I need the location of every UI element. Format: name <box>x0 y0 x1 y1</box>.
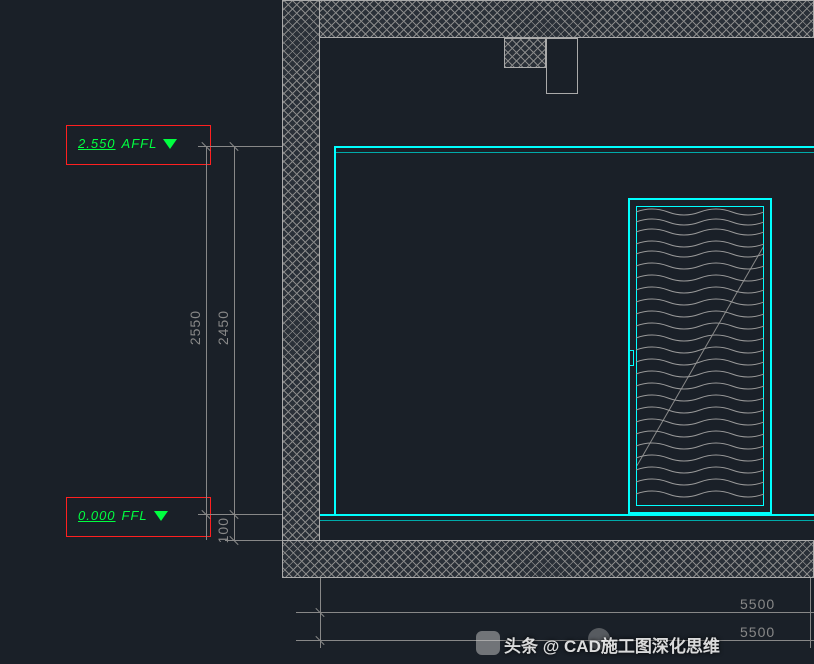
dim-ext-line <box>198 514 282 515</box>
wall-section-top <box>282 0 814 38</box>
elevation-value: 2.550 <box>78 136 116 151</box>
dim-text-h-overall: 5500 <box>740 624 775 640</box>
dim-ext-line <box>810 578 811 648</box>
elevation-label: FFL <box>122 508 148 523</box>
floor-finish-line <box>320 514 814 516</box>
wall-section-left <box>282 0 320 578</box>
dim-text-overall: 2550 <box>187 310 203 345</box>
elevation-label: AFFL <box>122 136 158 151</box>
door-woodgrain <box>636 206 764 506</box>
dim-ext-line <box>198 146 282 147</box>
floor-line-2 <box>320 520 814 521</box>
beam-outline <box>546 38 578 94</box>
elevation-marker-bottom: 0.000 FFL <box>78 508 168 523</box>
toutiao-logo-icon <box>476 631 500 655</box>
dim-line-inner <box>234 146 235 540</box>
wall-finish-line <box>334 146 336 516</box>
dim-text-ceiling: 2450 <box>215 310 231 345</box>
dim-text-slab: 100 <box>215 517 231 543</box>
triangle-down-icon <box>163 139 177 149</box>
door-handle <box>628 350 634 366</box>
ceiling-line <box>334 146 814 148</box>
elevation-marker-top: 2.550 AFFL <box>78 136 177 151</box>
elevation-value: 0.000 <box>78 508 116 523</box>
dim-line-overall <box>206 146 207 540</box>
beam-section <box>504 38 546 68</box>
dim-text-h-inner: 5500 <box>740 596 775 612</box>
cad-drawing-canvas[interactable]: 2.550 AFFL 0.000 FFL 2550 2450 100 5500 … <box>0 0 814 664</box>
ceiling-line-2 <box>336 152 814 153</box>
dim-line-h-inner <box>296 612 814 613</box>
wall-section-bottom <box>282 540 814 578</box>
triangle-down-icon <box>154 511 168 521</box>
watermark-toutiao: 头条 @ CAD施工图深化思维 <box>504 632 720 657</box>
